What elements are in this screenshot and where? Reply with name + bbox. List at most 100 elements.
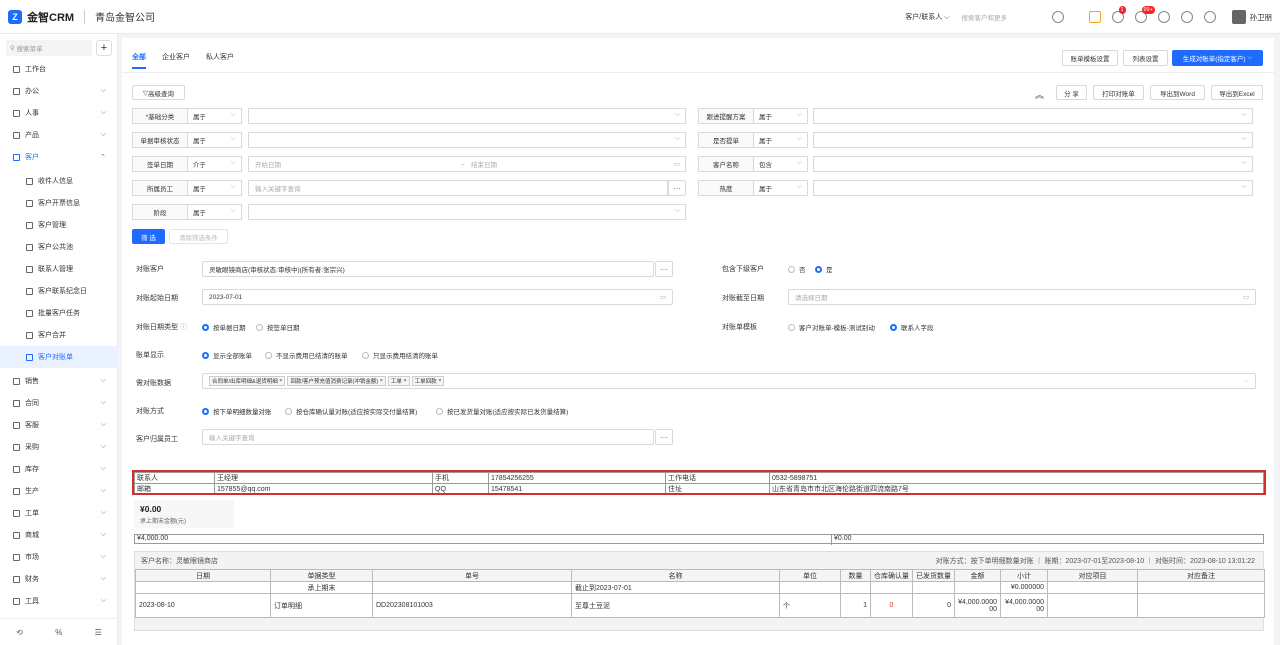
settings-icon[interactable] (1203, 11, 1216, 23)
more-icon[interactable]: ··· (655, 429, 673, 445)
sidebar-item[interactable]: 库存 ⌵ (0, 458, 118, 480)
sidebar-sub-item[interactable]: 联系人管理 (0, 258, 118, 280)
close-icon[interactable]: × (380, 378, 383, 384)
sidebar-item-workbench[interactable]: 工作台 (0, 58, 118, 80)
tab-private[interactable]: 私人客户 (206, 52, 234, 69)
bell-icon[interactable]: 99+ (1134, 6, 1155, 23)
filter-op-select[interactable]: 属于 (754, 180, 808, 196)
help-icon[interactable]: ⓘ (180, 324, 187, 331)
sidebar-item-office[interactable]: 办公 ⌵ (0, 80, 118, 102)
logo[interactable]: Z 金智CRM (8, 9, 74, 25)
filter-date-range[interactable]: 开始日期 → 结束日期 ▭ (248, 156, 686, 172)
chart-icon[interactable] (1180, 11, 1193, 23)
sidebar-item[interactable]: 工具 ⌵ (0, 590, 118, 612)
filter-value-stage[interactable] (248, 204, 686, 220)
filter-op-select[interactable]: 属于 (188, 180, 242, 196)
data-tag[interactable]: 回款/客户预充值消费记录(冲销金额) × (287, 376, 386, 386)
sidebar-sub-item[interactable]: 客户合并 (0, 324, 118, 346)
menu-search-input[interactable]: ⚲ 搜索菜单 (6, 40, 92, 56)
avatar[interactable] (1231, 10, 1246, 24)
filter-value-follow-plan[interactable] (813, 108, 1253, 124)
method-opt3-radio[interactable]: 按已发货量对账(适应按实际已发货量结算) (436, 406, 568, 416)
filter-op-select[interactable]: 包含 (754, 156, 808, 172)
sidebar-item[interactable]: 销售 ⌵ (0, 370, 118, 392)
sidebar-sub-item[interactable]: 客户公共池 (0, 236, 118, 258)
sidebar-sub-item[interactable]: 客户联系纪念日 (0, 280, 118, 302)
data-tag[interactable]: 工单回款 × (411, 376, 445, 386)
tab-enterprise[interactable]: 企业客户 (162, 52, 190, 69)
sign-date-radio[interactable]: 按签单日期 (256, 322, 300, 332)
sidebar-item[interactable]: 财务 ⌵ (0, 568, 118, 590)
data-multiselect[interactable]: 合同单/出库明细&退货明细 × 回款/客户预充值消费记录(冲销金额) × 工单 … (202, 373, 1256, 389)
filter-value-staff[interactable]: 输入关键字查询 (248, 180, 668, 196)
search-type-select[interactable]: 客户/联系人 ⌵ (905, 12, 949, 22)
share-button[interactable]: 分 享 (1056, 85, 1087, 100)
sidebar-item[interactable]: 采购 ⌵ (0, 436, 118, 458)
speaker-icon[interactable] (1088, 11, 1101, 23)
close-icon[interactable]: × (279, 378, 282, 384)
method-opt2-radio[interactable]: 按仓库确认量对账(适应按实际交付量结算) (285, 406, 417, 416)
more-icon[interactable]: ··· (655, 261, 673, 277)
sidebar-sub-item[interactable]: 客户开票信息 (0, 192, 118, 214)
filter-value-heat[interactable] (813, 180, 1253, 196)
sidebar-sub-item[interactable]: 客户管理 (0, 214, 118, 236)
advanced-query-button[interactable]: ▽ 高级查询 (132, 85, 185, 100)
search-icon[interactable] (1051, 11, 1064, 23)
sidebar-item[interactable]: 商城 ⌵ (0, 524, 118, 546)
filter-op-select[interactable]: 介于 (188, 156, 242, 172)
sidebar-item-customer[interactable]: 客户 ⌃ (0, 146, 118, 168)
global-search-input[interactable]: 搜索客户和更多 (962, 12, 1052, 22)
display-opt2-radio[interactable]: 不显示费用已结清的账单 (265, 350, 348, 360)
clear-filter-button[interactable]: 清除筛选条件 (169, 229, 228, 244)
template-opt1-radio[interactable]: 客户对账单-模板-测试别动 (788, 322, 875, 332)
data-tag[interactable]: 工单 × (387, 376, 410, 386)
filter-op-select[interactable]: 属于 (188, 204, 242, 220)
include-sub-yes-radio[interactable]: 是 (815, 264, 833, 274)
sidebar-item[interactable]: 生产 ⌵ (0, 480, 118, 502)
sidebar-item-hr[interactable]: 人事 ⌵ (0, 102, 118, 124)
filter-value-category[interactable] (248, 108, 686, 124)
filter-op-select[interactable]: 属于 (188, 108, 242, 124)
history-icon[interactable]: ⟲ (16, 628, 23, 637)
display-opt3-radio[interactable]: 只显示费用结清的账单 (362, 350, 438, 360)
filter-op-select[interactable]: 属于 (754, 108, 808, 124)
close-icon[interactable]: × (438, 378, 441, 384)
method-opt1-radio[interactable]: 按下单明细数量对账 (202, 406, 272, 416)
sidebar-item[interactable]: 客服 ⌵ (0, 414, 118, 436)
template-opt2-radio[interactable]: 联系人字段 (890, 322, 934, 332)
end-date-input[interactable]: 请选择日期 ▭ (788, 289, 1256, 305)
user-name[interactable]: 孙卫朋 (1250, 12, 1273, 23)
filter-value-customer-name[interactable] (813, 156, 1253, 172)
tab-all[interactable]: 全部 (132, 52, 146, 69)
filter-op-select[interactable]: 属于 (188, 132, 242, 148)
customer-input[interactable]: 灵敏眼镜商店(审核状态:审核中)(所有者:张宗兴) (202, 261, 654, 277)
export-word-button[interactable]: 导出到Word (1150, 85, 1205, 100)
sidebar-sub-item-statement[interactable]: 客户对账单 (0, 346, 118, 368)
add-button[interactable]: + (96, 40, 112, 56)
close-icon[interactable]: × (403, 378, 406, 384)
template-settings-button[interactable]: 账单模板设置 (1062, 50, 1118, 66)
gear-icon[interactable] (1157, 11, 1170, 23)
menu-toggle-icon[interactable]: ☰ (95, 628, 102, 637)
sidebar-item-product[interactable]: 产品 ⌵ (0, 124, 118, 146)
filter-value-review-status[interactable] (248, 132, 686, 148)
sidebar-item[interactable]: 工单 ⌵ (0, 502, 118, 524)
sidebar-sub-item[interactable]: 批量客户任务 (0, 302, 118, 324)
sidebar-item[interactable]: 市场 ⌵ (0, 546, 118, 568)
owner-input[interactable]: 输入关键字查询 (202, 429, 654, 445)
collapse-icon[interactable]: ︽ (1035, 88, 1044, 101)
start-date-input[interactable]: 2023-07-01 ▭ (202, 289, 673, 305)
generate-statement-button[interactable]: 生成对账单(指定客户) ⌵ (1172, 50, 1263, 66)
include-sub-no-radio[interactable]: 否 (788, 264, 806, 274)
message-icon[interactable]: 1 (1111, 6, 1126, 23)
list-settings-button[interactable]: 列表设置 (1123, 50, 1168, 66)
doc-date-radio[interactable]: 按单据日期 (202, 322, 246, 332)
more-icon[interactable]: ··· (668, 180, 686, 196)
percent-icon[interactable]: % (55, 628, 62, 637)
sidebar-item[interactable]: 合同 ⌵ (0, 392, 118, 414)
filter-value-is-signed[interactable] (813, 132, 1253, 148)
print-button[interactable]: 打印对账单 (1093, 85, 1144, 100)
sidebar-sub-item[interactable]: 收件人信息 (0, 170, 118, 192)
filter-op-select[interactable]: 属于 (754, 132, 808, 148)
filter-button[interactable]: 筛 选 (132, 229, 165, 244)
